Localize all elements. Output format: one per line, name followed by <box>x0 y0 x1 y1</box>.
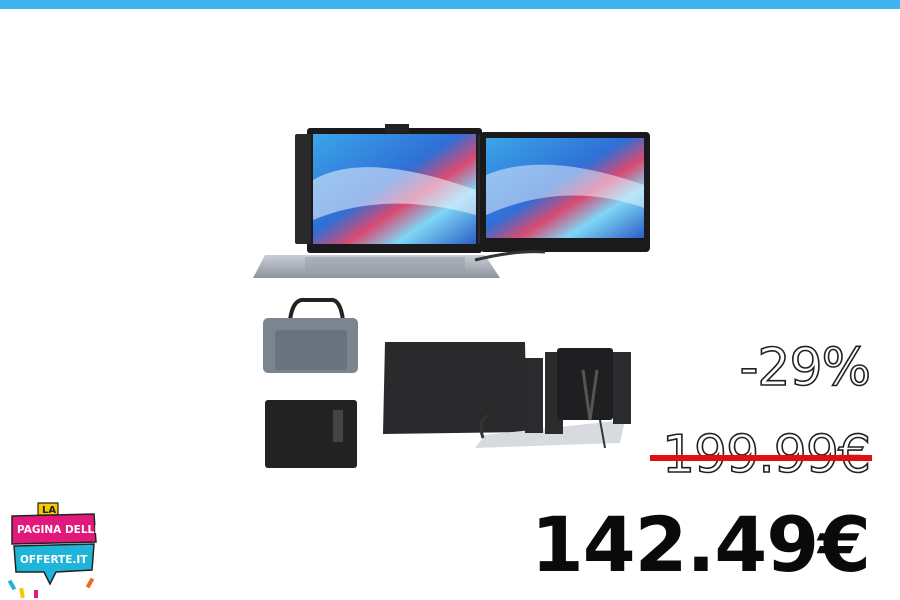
carrying-bag <box>263 297 358 373</box>
product-image <box>253 124 650 468</box>
folded-monitor <box>265 400 357 468</box>
logo-line-3: OFFERTE.IT <box>20 554 88 566</box>
top-accent-bar <box>0 0 900 9</box>
discount-badge: -29% <box>739 337 872 399</box>
logo-line-2: PAGINA DELLE <box>17 524 100 536</box>
laptop-with-extension-screen <box>253 124 650 278</box>
monitor-back-view <box>383 342 631 449</box>
strikethrough-line <box>650 455 872 461</box>
sale-price: 142.49€ <box>530 500 871 589</box>
site-logo: LA PAGINA DELLE OFFERTE.IT <box>8 502 100 598</box>
